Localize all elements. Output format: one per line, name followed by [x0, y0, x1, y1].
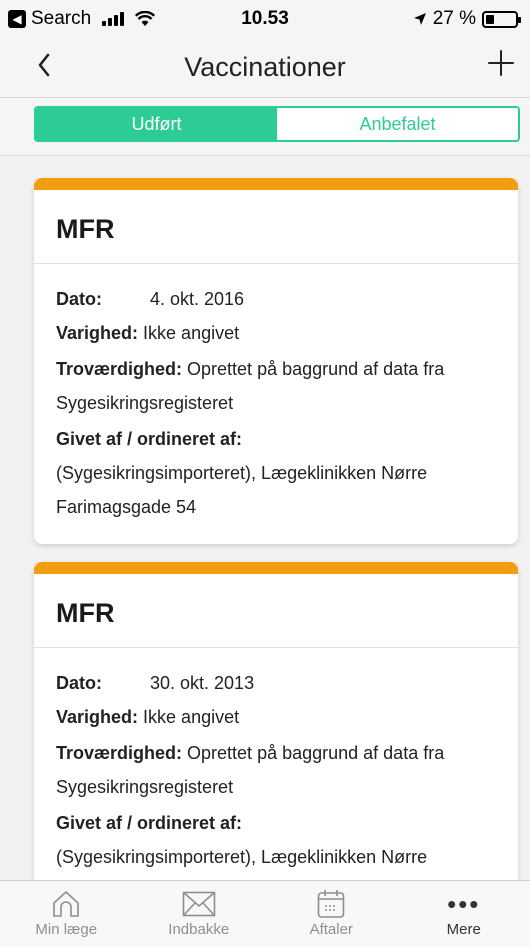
- credibility-label: Troværdighed:: [56, 743, 183, 763]
- tab-label: Aftaler: [309, 921, 353, 938]
- battery-fill: [486, 14, 494, 24]
- tab-label: Mere: [446, 921, 481, 938]
- given-by-value: (Sygesikringsimporteret), Lægeklinikken …: [56, 463, 428, 517]
- card-stripe: [34, 562, 518, 574]
- date-value: 30. okt. 2013: [150, 673, 255, 693]
- duration-row: Varighed: Ikke angivet: [56, 700, 496, 734]
- tab-label: Min læge: [35, 921, 98, 938]
- credibility-row: Troværdighed: Oprettet på baggrund af da…: [56, 736, 496, 804]
- app-screen: ◀ Search 10.53 27 % Vaccinationer Udført…: [0, 0, 530, 947]
- envelope-icon: [182, 887, 216, 921]
- date-label: Dato:: [56, 673, 102, 693]
- segment-bar: Udført Anbefalet: [0, 98, 530, 156]
- plus-icon: [488, 50, 514, 76]
- vaccine-name: MFR: [34, 190, 518, 264]
- home-icon: [51, 887, 81, 921]
- card-details: Dato: 4. okt. 2016 Varighed: Ikke angive…: [34, 264, 518, 544]
- date-row: Dato: 30. okt. 2013: [56, 666, 496, 700]
- date-value: 4. okt. 2016: [150, 289, 245, 309]
- duration-label: Varighed:: [56, 323, 139, 343]
- segment-anbefalet[interactable]: Anbefalet: [277, 108, 518, 140]
- segmented-control: Udført Anbefalet: [34, 106, 520, 142]
- segment-udfoert[interactable]: Udført: [36, 108, 277, 140]
- battery-icon: [482, 10, 521, 28]
- duration-label: Varighed:: [56, 707, 139, 727]
- navigation-bar: Vaccinationer: [0, 38, 530, 98]
- given-by-row: Givet af / ordineret af: (Sygesikringsim…: [56, 422, 496, 524]
- battery-percent: 27 %: [432, 8, 476, 29]
- location-arrow-icon: [413, 13, 426, 25]
- tab-aftaler[interactable]: Aftaler: [265, 881, 398, 947]
- add-button[interactable]: [484, 48, 518, 82]
- date-label: Dato:: [56, 289, 102, 309]
- status-right: 27 %: [413, 8, 521, 30]
- tab-label: Indbakke: [168, 921, 230, 938]
- calendar-icon: [317, 887, 345, 921]
- duration-value: Ikke angivet: [143, 323, 240, 343]
- status-bar: ◀ Search 10.53 27 %: [0, 0, 530, 38]
- tab-indbakke[interactable]: Indbakke: [133, 881, 266, 947]
- credibility-label: Troværdighed:: [56, 359, 183, 379]
- tab-bar: Min læge Indbakke Aftaler ••• Mere: [0, 880, 530, 947]
- given-by-label: Givet af / ordineret af:: [56, 813, 243, 833]
- duration-value: Ikke angivet: [143, 707, 240, 727]
- date-row: Dato: 4. okt. 2016: [56, 282, 496, 316]
- given-by-label: Givet af / ordineret af:: [56, 429, 243, 449]
- more-icon: •••: [447, 889, 481, 919]
- vaccination-card[interactable]: MFR Dato: 30. okt. 2013 Varighed: Ikke a…: [34, 562, 518, 928]
- vaccine-name: MFR: [34, 574, 518, 648]
- duration-row: Varighed: Ikke angivet: [56, 316, 496, 350]
- credibility-row: Troværdighed: Oprettet på baggrund af da…: [56, 352, 496, 420]
- tab-mere[interactable]: ••• Mere: [398, 881, 530, 947]
- card-stripe: [34, 178, 518, 190]
- vaccination-card[interactable]: MFR Dato: 4. okt. 2016 Varighed: Ikke an…: [34, 178, 518, 544]
- page-title: Vaccinationer: [184, 52, 346, 82]
- tab-min-laege[interactable]: Min læge: [0, 881, 133, 947]
